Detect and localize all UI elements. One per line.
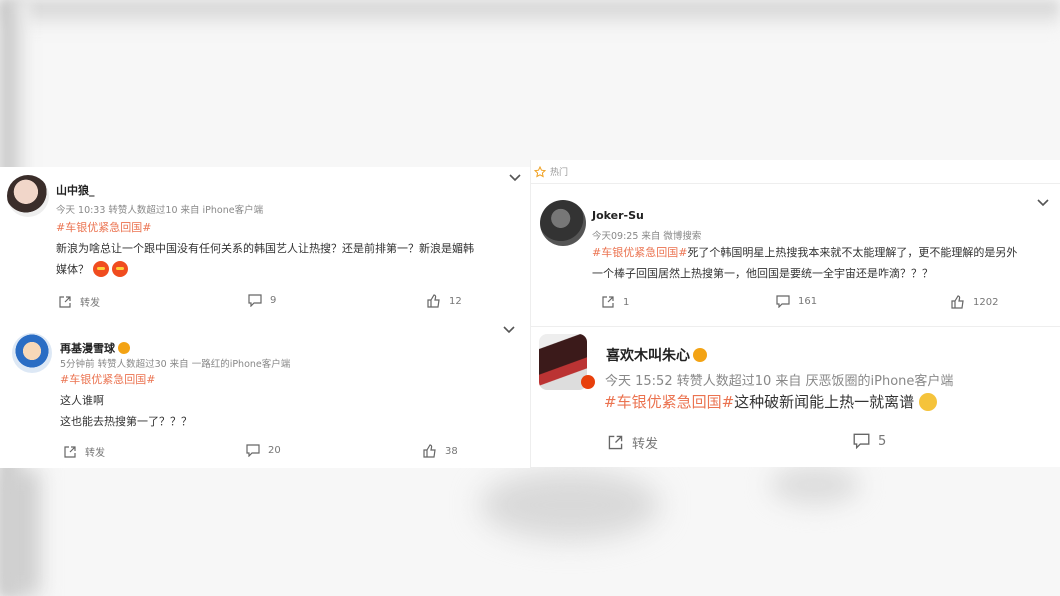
- comment-button[interactable]: 9: [248, 294, 276, 307]
- left-comment-panel: 山中狼_ 今天 10:33 转赞人数超过10 来自 iPhone客户端 #车银优…: [0, 167, 530, 468]
- avatar[interactable]: [539, 334, 587, 390]
- right-comment-panel: 热门 Joker-Su 今天09:25 来自 微博搜索 #车银优紧急回国#死了个…: [530, 160, 1060, 467]
- angry-emoji-icon: [92, 261, 109, 277]
- vip-badge-icon: [118, 342, 130, 354]
- comment-button[interactable]: 5: [853, 433, 886, 449]
- comment-meta: 今天09:25 来自 微博搜索: [592, 231, 702, 242]
- action-bar: 转发 20 38: [0, 444, 530, 462]
- action-bar: 转发 5: [531, 433, 1060, 452]
- username[interactable]: 山中狼_: [56, 182, 95, 198]
- like-button[interactable]: 12: [427, 294, 462, 308]
- comment-icon: [776, 295, 790, 308]
- section-header: 热门: [534, 165, 568, 178]
- comment-text: #车银优紧急回国#死了个韩国明星上热搜我本来就不太能理解了，更不能理解的是另外 …: [592, 246, 1018, 280]
- hashtag-link[interactable]: #车银优紧急回国#: [604, 393, 734, 411]
- avatar[interactable]: [12, 333, 52, 373]
- hashtag-link[interactable]: #车银优紧急回国#: [56, 221, 151, 234]
- comment-meta: 今天 10:33 转赞人数超过10 来自 iPhone客户端: [56, 205, 264, 216]
- comment-button[interactable]: 20: [246, 444, 281, 457]
- avatar[interactable]: [540, 200, 586, 246]
- username: 再基漫雪球: [60, 340, 130, 356]
- smirk-emoji-icon: [918, 393, 937, 411]
- chevron-down-icon[interactable]: [1037, 199, 1049, 207]
- comment-text: #车银优紧急回国#这种破新闻能上热一就离谱: [604, 391, 1054, 413]
- chevron-down-icon[interactable]: [503, 326, 515, 334]
- share-icon: [602, 296, 614, 308]
- avatar[interactable]: [7, 175, 49, 217]
- like-button[interactable]: 1202: [951, 295, 998, 309]
- comment-meta: 5分钟前 转赞人数超过30 来自 一路红的iPhone客户端: [60, 359, 291, 370]
- username[interactable]: Joker-Su: [592, 209, 644, 222]
- angry-emoji-icon: [111, 261, 128, 277]
- hot-star-icon: [534, 165, 546, 177]
- comment-icon: [246, 444, 260, 457]
- action-bar: 1 161 1202: [531, 295, 1060, 313]
- comment-icon: [853, 433, 870, 449]
- comment-text: #车银优紧急回国# 这人谁啊 这也能去热搜第一了？？？: [60, 373, 192, 428]
- comment-meta: 今天 15:52 转赞人数超过10 来自 厌恶饭圈的iPhone客户端: [605, 374, 954, 389]
- thumbs-up-icon: [427, 294, 440, 308]
- chevron-down-icon[interactable]: [509, 174, 521, 182]
- username: 喜欢木叫朱心: [606, 345, 707, 365]
- like-button[interactable]: 38: [423, 444, 458, 458]
- comment-button[interactable]: 161: [776, 295, 817, 308]
- thumbs-up-icon: [951, 295, 964, 309]
- comment-icon: [248, 294, 262, 307]
- repost-button[interactable]: 转发: [63, 444, 105, 459]
- hashtag-link[interactable]: #车银优紧急回国#: [60, 373, 155, 386]
- verified-badge-icon: [581, 375, 595, 389]
- hashtag-link[interactable]: #车银优紧急回国#: [592, 246, 687, 259]
- thumbs-up-icon: [423, 444, 436, 458]
- share-icon: [59, 295, 71, 308]
- repost-button[interactable]: 1: [601, 295, 629, 309]
- repost-button[interactable]: 转发: [607, 433, 658, 452]
- action-bar: 转发 9 12: [0, 294, 530, 312]
- repost-button[interactable]: 转发: [58, 294, 100, 309]
- vip-badge-icon: [693, 348, 707, 362]
- share-icon: [608, 435, 623, 450]
- comment-text: #车银优紧急回国# 新浪为啥总让一个跟中国没有任何关系的韩国艺人让热搜？还是前排…: [56, 221, 474, 277]
- share-icon: [64, 445, 76, 458]
